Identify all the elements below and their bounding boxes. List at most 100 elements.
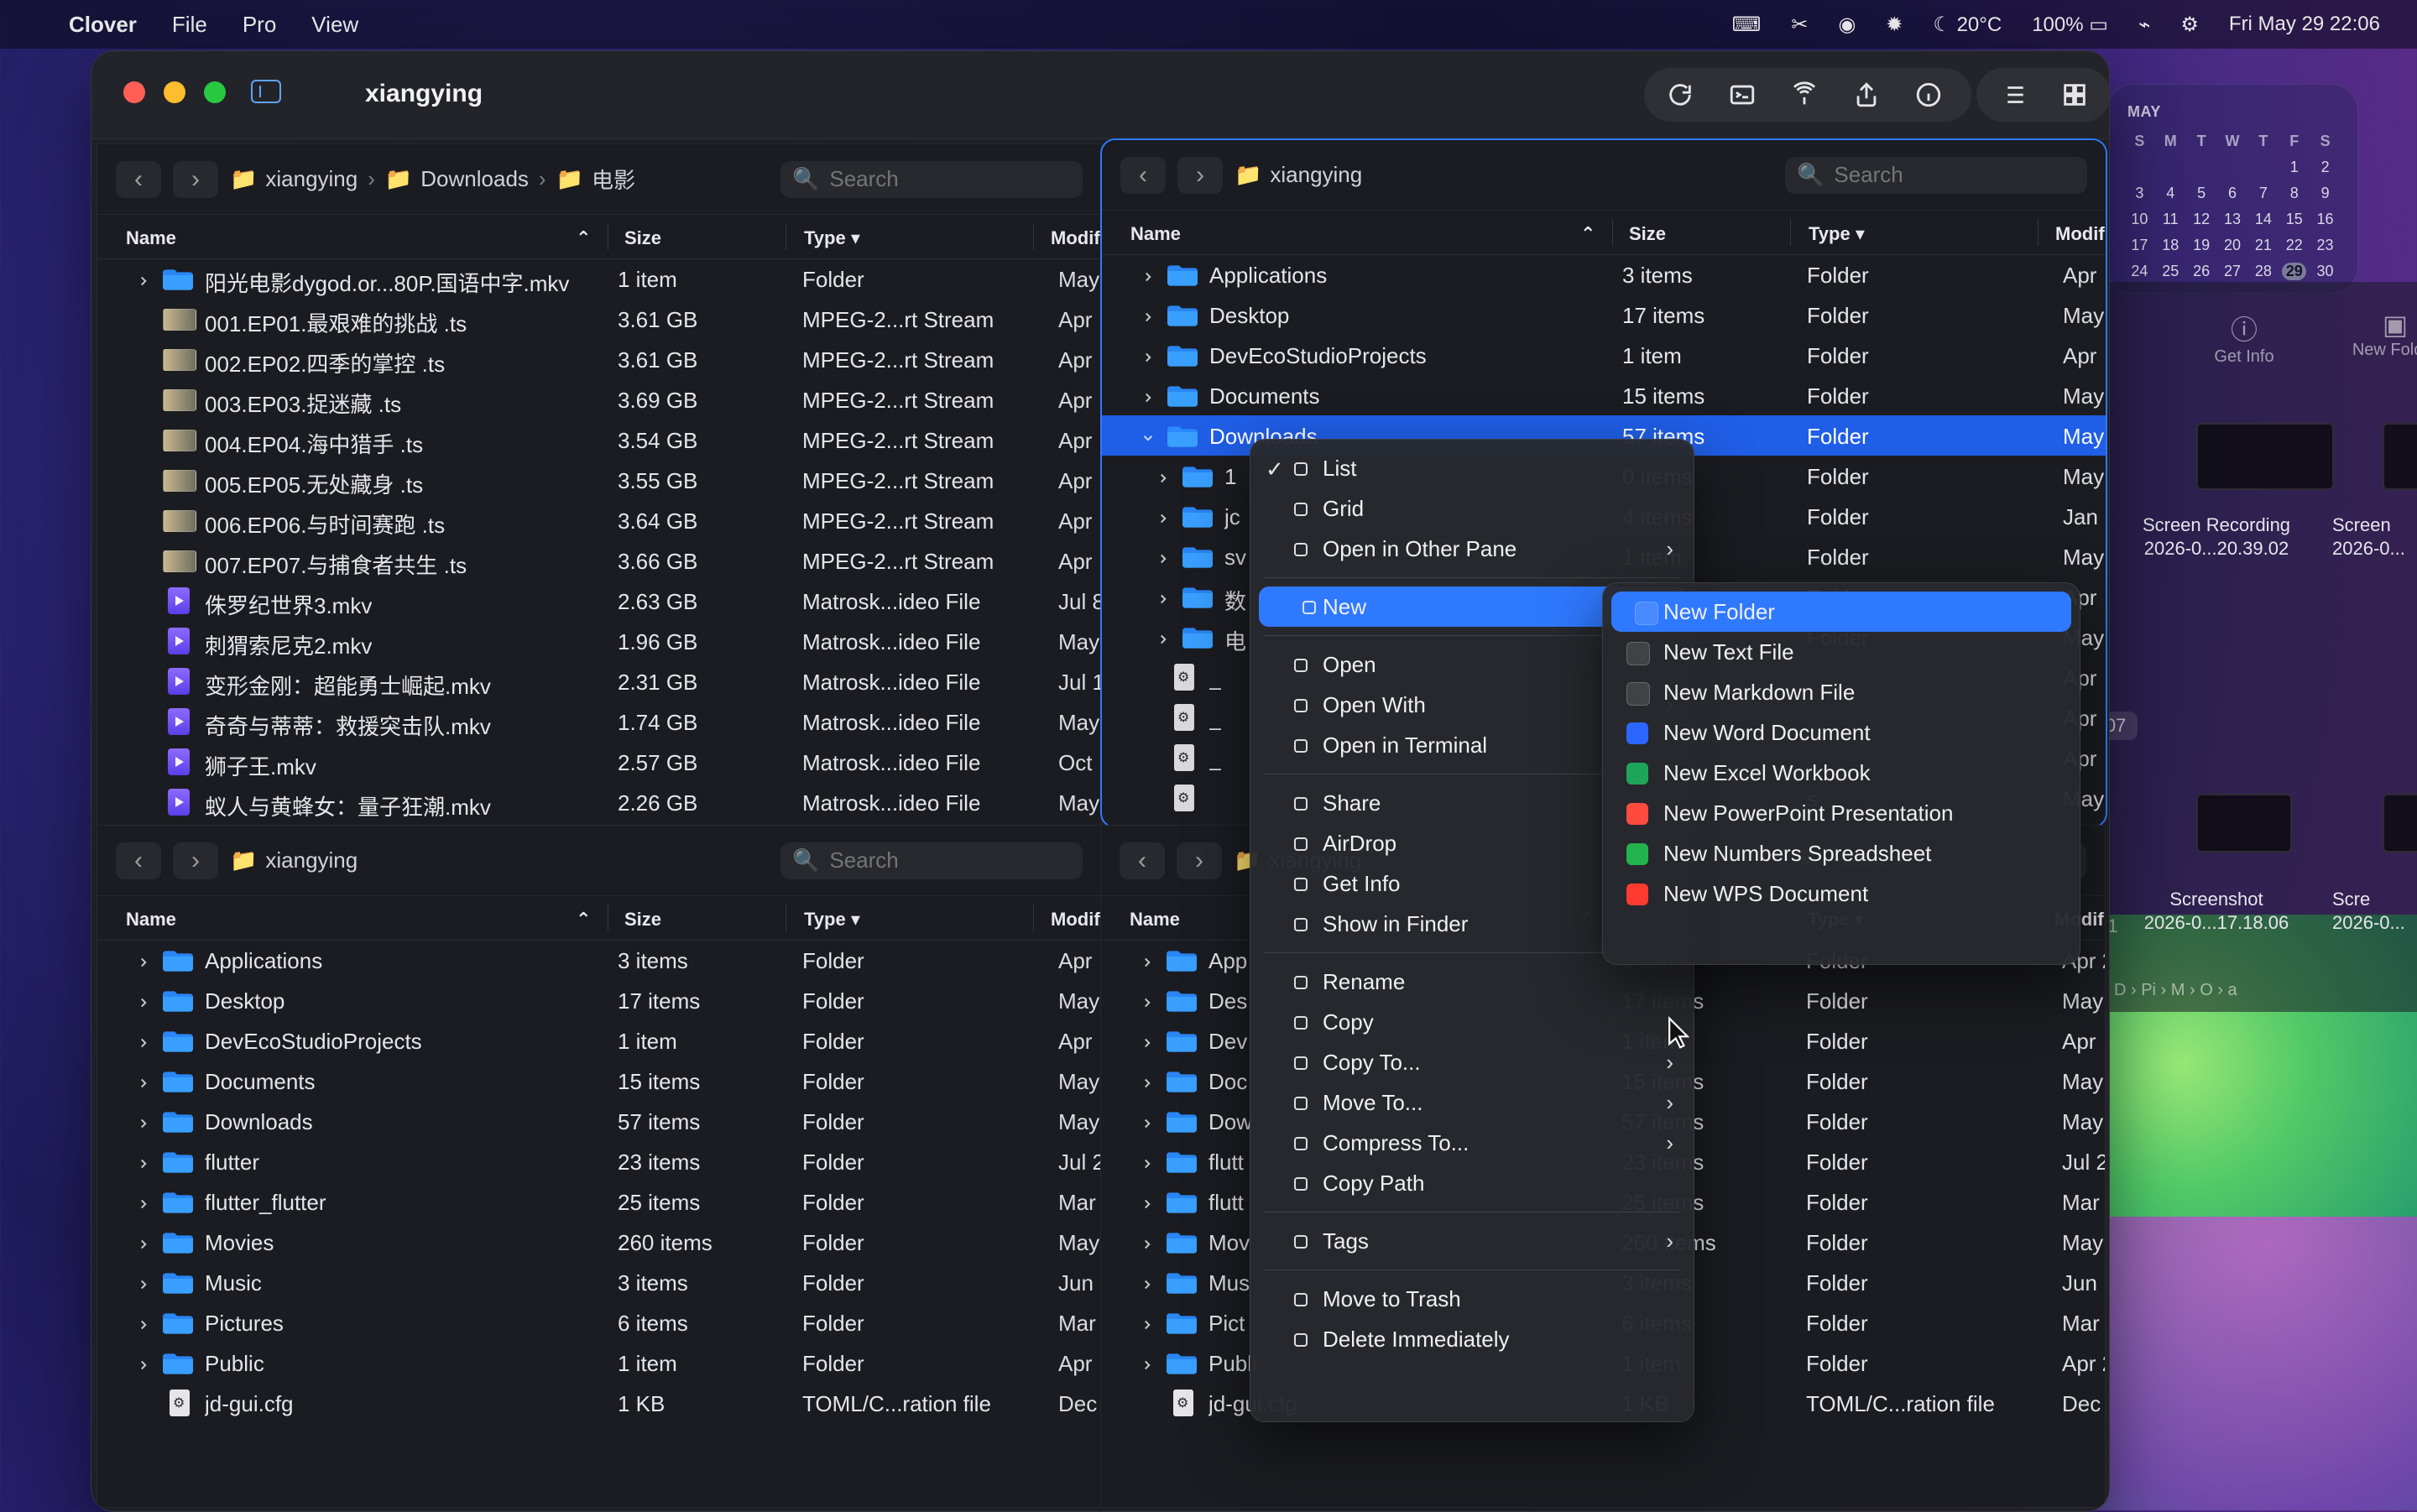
- screenshot-thumbnail[interactable]: [2196, 794, 2292, 852]
- calendar-day[interactable]: 29: [2282, 263, 2307, 280]
- calendar-day[interactable]: 4: [2159, 185, 2183, 202]
- sort-ascending-icon[interactable]: ⌃: [576, 909, 591, 931]
- table-row[interactable]: 变形金刚：超能勇士崛起.mkv 2.31 GB Matrosk...ideo Fil…: [97, 661, 1101, 701]
- context-menu-item[interactable]: Move To... ›: [1250, 1082, 1694, 1123]
- table-row[interactable]: Public 1 item Folder Apr: [97, 1343, 1101, 1383]
- table-row[interactable]: 006.EP06.与时间赛跑 .ts 3.64 GB MPEG-2...rt Str…: [97, 500, 1101, 540]
- calendar-day[interactable]: 24: [2127, 263, 2152, 280]
- table-row[interactable]: 刺猬索尼克2.mkv 1.96 GB Matrosk...ideo File May: [97, 621, 1101, 661]
- settings-gear-icon[interactable]: ✹: [1886, 13, 1903, 37]
- calendar-day[interactable]: 21: [2251, 237, 2275, 254]
- pane-top-left[interactable]: ‹ › 📁 xiangying › 📁 Downloads › 📁 电影 🔍 S…: [97, 143, 1102, 826]
- column-divider[interactable]: [2038, 219, 2039, 246]
- input-source-icon[interactable]: ⌨: [1732, 13, 1762, 37]
- menu-view[interactable]: View: [311, 12, 358, 38]
- context-menu-item[interactable]: Open in Other Pane ›: [1250, 529, 1694, 569]
- table-row[interactable]: Desktop 17 items Folder May: [97, 980, 1101, 1020]
- chevron-right-icon[interactable]: [1156, 627, 1171, 644]
- chevron-right-icon[interactable]: [136, 1111, 151, 1129]
- column-divider[interactable]: [1033, 905, 1034, 931]
- table-row[interactable]: 003.EP03.捉迷藏 .ts 3.69 GB MPEG-2...rt Strea…: [97, 379, 1101, 420]
- calendar-day[interactable]: 19: [2190, 237, 2214, 254]
- pane-bottom-left[interactable]: ‹ › 📁 xiangying 🔍 Name ⌃ Size Type ▾ Mod…: [97, 825, 1102, 1508]
- chevron-right-icon[interactable]: [136, 1312, 151, 1330]
- sidebar-toggle-icon[interactable]: [251, 80, 281, 103]
- weather-status[interactable]: ☾ 20°C: [1933, 13, 2002, 37]
- table-row[interactable]: 005.EP05.无处藏身 .ts 3.55 GB MPEG-2...rt Stre…: [97, 460, 1101, 500]
- context-menu-item[interactable]: Grid: [1250, 488, 1694, 529]
- search-field[interactable]: 🔍: [1785, 156, 2087, 194]
- background-finder-window[interactable]: ⓘ Get Info ▣ New Folder Screen Recording…: [2089, 282, 2417, 1012]
- table-row[interactable]: Downloads 57 items Folder May: [97, 1101, 1101, 1141]
- table-row[interactable]: 004.EP04.海中猎手 .ts 3.54 GB MPEG-2...rt Stre…: [97, 420, 1101, 460]
- table-row[interactable]: Desktop 17 items Folder May: [1102, 295, 2106, 335]
- calendar-day[interactable]: 17: [2127, 237, 2152, 254]
- calendar-day[interactable]: 16: [2313, 211, 2337, 228]
- chevron-right-icon[interactable]: [136, 950, 151, 967]
- chevron-right-icon[interactable]: [136, 1151, 151, 1169]
- refresh-button[interactable]: [1652, 72, 1708, 117]
- table-row[interactable]: 阳光电影dygod.or...80P.国语中字.mkv 1 item Folder M…: [97, 258, 1101, 299]
- menu-file[interactable]: File: [172, 12, 207, 38]
- table-row[interactable]: Music 3 items Folder Jun: [97, 1262, 1101, 1302]
- calendar-day[interactable]: 30: [2313, 263, 2337, 280]
- chevron-right-icon[interactable]: [1140, 1111, 1155, 1129]
- new-submenu-item[interactable]: New Excel Workbook: [1603, 753, 2080, 793]
- calendar-day[interactable]: 13: [2221, 211, 2245, 228]
- calendar-day[interactable]: 27: [2221, 263, 2245, 280]
- screenshot-thumbnail-partial[interactable]: [2383, 794, 2417, 852]
- table-row[interactable]: 007.EP07.与捕食者共生 .ts 3.66 GB MPEG-2...rt St…: [97, 540, 1101, 581]
- forward-button[interactable]: ›: [1177, 156, 1223, 194]
- calendar-day[interactable]: 6: [2221, 185, 2245, 202]
- col-name[interactable]: Name: [126, 909, 176, 931]
- column-divider[interactable]: [1612, 219, 1613, 246]
- breadcrumb-item[interactable]: 📁 xiangying: [230, 166, 358, 192]
- col-name[interactable]: Name: [1130, 223, 1181, 245]
- sort-ascending-icon[interactable]: ⌃: [1580, 223, 1595, 245]
- chevron-right-icon[interactable]: [136, 990, 151, 1008]
- table-row[interactable]: 002.EP02.四季的掌控 .ts 3.61 GB MPEG-2...rt Str…: [97, 339, 1101, 379]
- chevron-right-icon[interactable]: [1140, 950, 1155, 967]
- column-divider[interactable]: [1790, 219, 1791, 246]
- table-row[interactable]: 侏罗纪世界3.mkv 2.63 GB Matrosk...ideo File Jul …: [97, 581, 1101, 621]
- table-row[interactable]: DevEcoStudioProjects 1 item Folder Apr: [97, 1020, 1101, 1061]
- context-menu-item[interactable]: Delete Immediately: [1250, 1319, 1694, 1359]
- chevron-right-icon[interactable]: [1156, 466, 1171, 483]
- calendar-day[interactable]: 5: [2190, 185, 2214, 202]
- col-type[interactable]: Type ▾: [804, 909, 860, 931]
- wifi-icon[interactable]: ⌁: [2138, 13, 2150, 37]
- breadcrumb-item[interactable]: 📁 xiangying: [230, 847, 358, 873]
- menu-app-name[interactable]: Clover: [69, 12, 137, 38]
- col-modified[interactable]: Modifi: [2055, 223, 2106, 245]
- table-row[interactable]: 001.EP01.最艰难的挑战 .ts 3.61 GB MPEG-2...rt St…: [97, 299, 1101, 339]
- calendar-day[interactable]: 20: [2221, 237, 2245, 254]
- chevron-right-icon[interactable]: [1140, 1151, 1155, 1169]
- context-menu-item[interactable]: Copy: [1250, 1002, 1694, 1042]
- calendar-day[interactable]: 3: [2127, 185, 2152, 202]
- col-modified[interactable]: Modifi: [1051, 227, 1101, 249]
- calendar-widget[interactable]: MAY S M T W T F S 1 2 3 4 5 6 7 8 9 10 11 12 13 14 15 16 17 18 19…: [2106, 84, 2358, 294]
- info-button[interactable]: [1901, 72, 1956, 117]
- forward-button[interactable]: ›: [173, 160, 218, 198]
- chevron-right-icon[interactable]: [136, 1272, 151, 1290]
- chevron-right-icon[interactable]: [1140, 1191, 1155, 1209]
- col-type[interactable]: Type ▾: [1809, 223, 1865, 245]
- main-finder-window[interactable]: xiangying ‹ › 📁 xiangying › 📁 Downloads …: [91, 50, 2110, 1512]
- chevron-right-icon[interactable]: [136, 269, 151, 286]
- search-field[interactable]: 🔍: [780, 842, 1083, 879]
- table-row[interactable]: flutter 23 items Folder Jul 2: [97, 1141, 1101, 1181]
- calendar-day[interactable]: 8: [2282, 185, 2306, 202]
- battery-status[interactable]: 100% ▭: [2032, 13, 2108, 37]
- col-size[interactable]: Size: [1629, 223, 1666, 245]
- new-submenu-item[interactable]: New Text File: [1603, 632, 2080, 672]
- search-field[interactable]: 🔍: [780, 160, 1083, 198]
- col-type[interactable]: Type ▾: [804, 227, 860, 249]
- calendar-day[interactable]: 7: [2251, 185, 2275, 202]
- back-button[interactable]: ‹: [116, 842, 161, 879]
- minimize-window-button[interactable]: [164, 81, 185, 103]
- chevron-right-icon[interactable]: [1140, 1071, 1155, 1088]
- table-row[interactable]: 蚁人与黄蜂女：量子狂潮.mkv 2.26 GB Matrosk...ideo Fil…: [97, 782, 1101, 822]
- table-row[interactable]: Applications 3 items Folder Apr: [1102, 254, 2106, 295]
- chevron-right-icon[interactable]: [136, 1030, 151, 1048]
- table-row[interactable]: DevEcoStudioProjects 1 item Folder Apr: [1102, 335, 2106, 375]
